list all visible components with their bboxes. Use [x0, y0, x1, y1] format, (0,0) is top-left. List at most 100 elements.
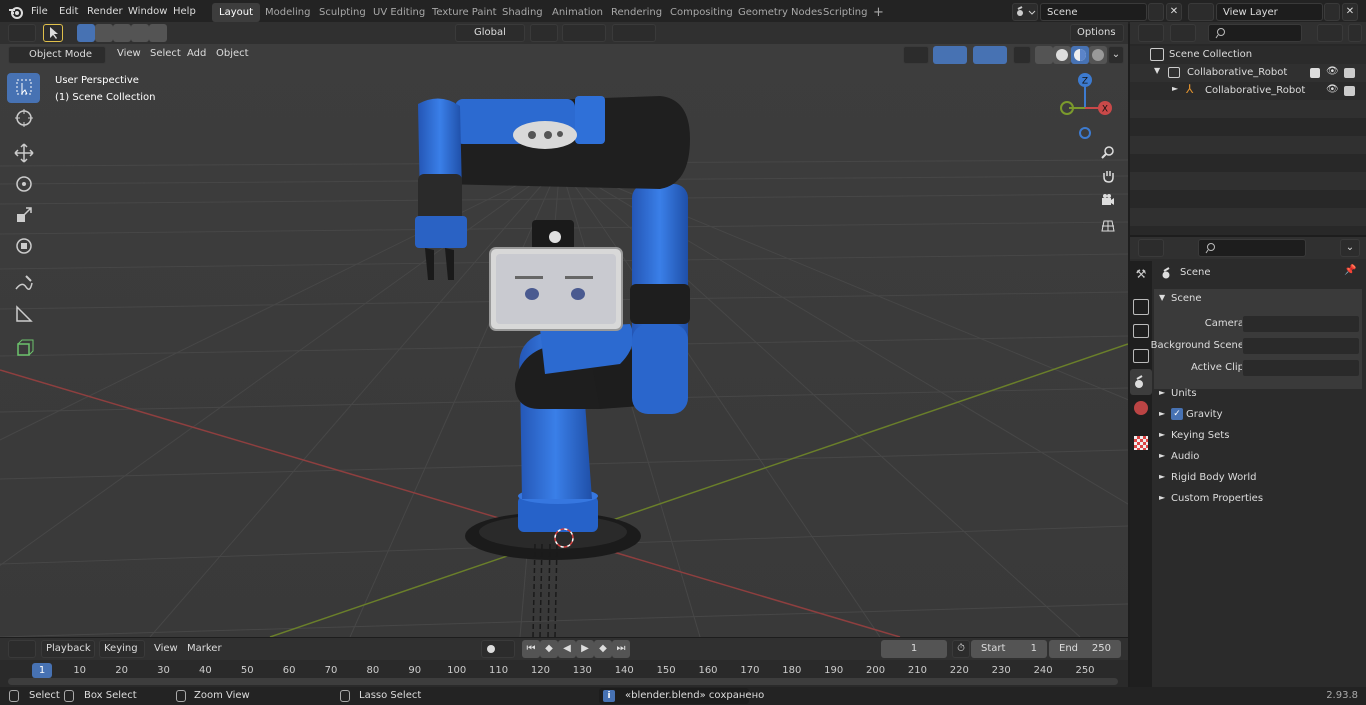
snap-icon[interactable] [562, 24, 606, 42]
tab-rendering[interactable]: Rendering [604, 3, 669, 22]
transform-orientation-dropdown[interactable]: Global [455, 24, 525, 42]
menu-help[interactable]: Help [173, 0, 196, 24]
scene-tab-icon[interactable] [1130, 369, 1152, 395]
add-workspace-button[interactable]: + [866, 3, 891, 22]
menu-file[interactable]: File [31, 0, 48, 24]
viewport-menu-add[interactable]: Add [187, 44, 206, 65]
outliner-row-armature[interactable]: ► ⅄ Collaborative_Robot 👁 [1130, 82, 1366, 100]
tool-annotate[interactable] [7, 269, 40, 299]
tab-layout[interactable]: Layout [212, 3, 260, 22]
view-layer-field[interactable]: View Layer [1216, 3, 1323, 21]
tool-select-box[interactable] [7, 73, 40, 103]
subpanel-gravity[interactable]: ► ✓ Gravity [1154, 405, 1362, 425]
exclude-checkbox[interactable] [1310, 68, 1320, 78]
viewport-menu-select[interactable]: Select [150, 44, 181, 65]
display-mode-icon[interactable] [1170, 24, 1196, 42]
subpanel-rigid-body-world[interactable]: ► Rigid Body World [1154, 468, 1362, 488]
view-layer-selector-icon[interactable] [1188, 3, 1214, 21]
jump-start-icon[interactable]: ⏮ [522, 640, 540, 658]
outliner-row-collection[interactable]: ▼ Collaborative_Robot 👁 [1130, 64, 1366, 82]
subpanel-audio[interactable]: ► Audio [1154, 447, 1362, 467]
record-icon[interactable] [481, 640, 515, 658]
visibility-icon[interactable] [903, 46, 929, 64]
menu-edit[interactable]: Edit [59, 0, 78, 24]
tool-cursor[interactable] [7, 104, 40, 134]
camera-view-icon[interactable] [1097, 189, 1119, 211]
navigation-gizmo[interactable]: Z X [1055, 70, 1115, 140]
gravity-checkbox[interactable]: ✓ [1171, 408, 1183, 420]
shading-options-icon[interactable]: ⌄ [1108, 46, 1124, 64]
render-camera-icon[interactable] [1344, 68, 1355, 78]
select-mode-new-icon[interactable] [77, 24, 95, 42]
tool-add-cube[interactable] [7, 334, 40, 364]
select-mode-invert-icon[interactable] [131, 24, 149, 42]
current-frame-field[interactable]: 1 [881, 640, 947, 658]
scene-name-field[interactable]: Scene [1040, 3, 1147, 21]
tab-uv-editing[interactable]: UV Editing [366, 3, 432, 22]
gizmo-toggle-icon[interactable] [933, 46, 967, 64]
select-mode-intersect-icon[interactable] [149, 24, 167, 42]
world-tab-icon[interactable] [1134, 401, 1148, 415]
expand-arrow-icon[interactable]: ▼ [1154, 66, 1160, 75]
tool-rotate[interactable] [7, 170, 40, 200]
perspective-toggle-icon[interactable] [1097, 215, 1119, 237]
properties-options-icon[interactable]: ⌄ [1340, 239, 1360, 257]
properties-search-input[interactable] [1198, 239, 1306, 257]
next-keyframe-icon[interactable]: ◆ [594, 640, 612, 658]
filter-icon[interactable] [1317, 24, 1343, 42]
tool-move[interactable] [7, 139, 40, 169]
subpanel-units[interactable]: ► Units [1154, 384, 1362, 404]
play-reverse-icon[interactable]: ◀ [558, 640, 576, 658]
tab-texture-paint[interactable]: Texture Paint [425, 3, 504, 22]
tool-scale[interactable] [7, 201, 40, 231]
solid-shading-icon[interactable] [1053, 46, 1071, 64]
rendered-shading-icon[interactable] [1089, 46, 1107, 64]
pin-icon[interactable]: 📌 [1344, 265, 1356, 276]
wireframe-shading-icon[interactable] [1035, 46, 1053, 64]
eye-icon[interactable]: 👁 [1326, 66, 1339, 77]
tab-geometry-nodes[interactable]: Geometry Nodes [731, 3, 829, 22]
options-dropdown[interactable]: Options ⌄ [1070, 24, 1124, 54]
tab-compositing[interactable]: Compositing [663, 3, 740, 22]
eye-icon[interactable]: 👁 [1326, 84, 1339, 95]
delete-scene-icon[interactable]: ✕ [1166, 3, 1182, 21]
view-layer-tab-icon[interactable] [1133, 349, 1149, 363]
3d-viewport[interactable]: Object Mode View Select Add Object ⌄ Use… [0, 44, 1128, 637]
playback-dropdown[interactable]: Playback [41, 640, 95, 658]
info-message[interactable]: i «blender.blend» сохранено [599, 688, 764, 704]
timeline-scrollbar[interactable] [8, 678, 1118, 685]
scene-panel-header[interactable]: ▼ Scene [1154, 289, 1362, 309]
mode-dropdown[interactable]: Object Mode [8, 46, 106, 64]
start-frame-field[interactable]: Start 1 [971, 640, 1047, 658]
keying-dropdown[interactable]: Keying [99, 640, 145, 658]
play-icon[interactable]: ▶ [576, 640, 594, 658]
jump-end-icon[interactable]: ⏭ [612, 640, 630, 658]
material-preview-icon[interactable] [1071, 46, 1089, 64]
delete-view-layer-icon[interactable]: ✕ [1342, 3, 1358, 21]
outliner-editor-type-icon[interactable] [1138, 24, 1164, 42]
texture-tab-icon[interactable] [1134, 436, 1148, 450]
editor-type-icon[interactable] [8, 24, 36, 42]
prev-keyframe-icon[interactable]: ◆ [540, 640, 558, 658]
new-scene-icon[interactable] [1148, 3, 1164, 21]
active-clip-field[interactable] [1242, 359, 1360, 377]
tab-shading[interactable]: Shading [495, 3, 550, 22]
subpanel-custom-properties[interactable]: ► Custom Properties [1154, 489, 1362, 509]
stopwatch-icon[interactable]: ⏱ [952, 640, 970, 658]
menu-window[interactable]: Window [128, 0, 167, 24]
output-tab-icon[interactable] [1133, 324, 1149, 338]
timeline-editor-type-icon[interactable] [8, 640, 36, 658]
overlay-toggle-icon[interactable] [973, 46, 1007, 64]
end-frame-field[interactable]: End 250 [1049, 640, 1121, 658]
timeline-menu-view[interactable]: View [154, 638, 178, 660]
new-collection-icon[interactable] [1348, 24, 1362, 42]
render-camera-icon[interactable] [1344, 86, 1355, 96]
timeline-menu-marker[interactable]: Marker [187, 638, 222, 660]
viewport-menu-view[interactable]: View [117, 44, 141, 65]
tab-animation[interactable]: Animation [545, 3, 610, 22]
select-cursor-icon[interactable] [43, 24, 63, 42]
tool-tab-icon[interactable]: ⚒ [1133, 267, 1149, 283]
background-scene-field[interactable] [1242, 337, 1360, 355]
menu-render[interactable]: Render [87, 0, 123, 24]
properties-editor-type-icon[interactable] [1138, 239, 1164, 257]
